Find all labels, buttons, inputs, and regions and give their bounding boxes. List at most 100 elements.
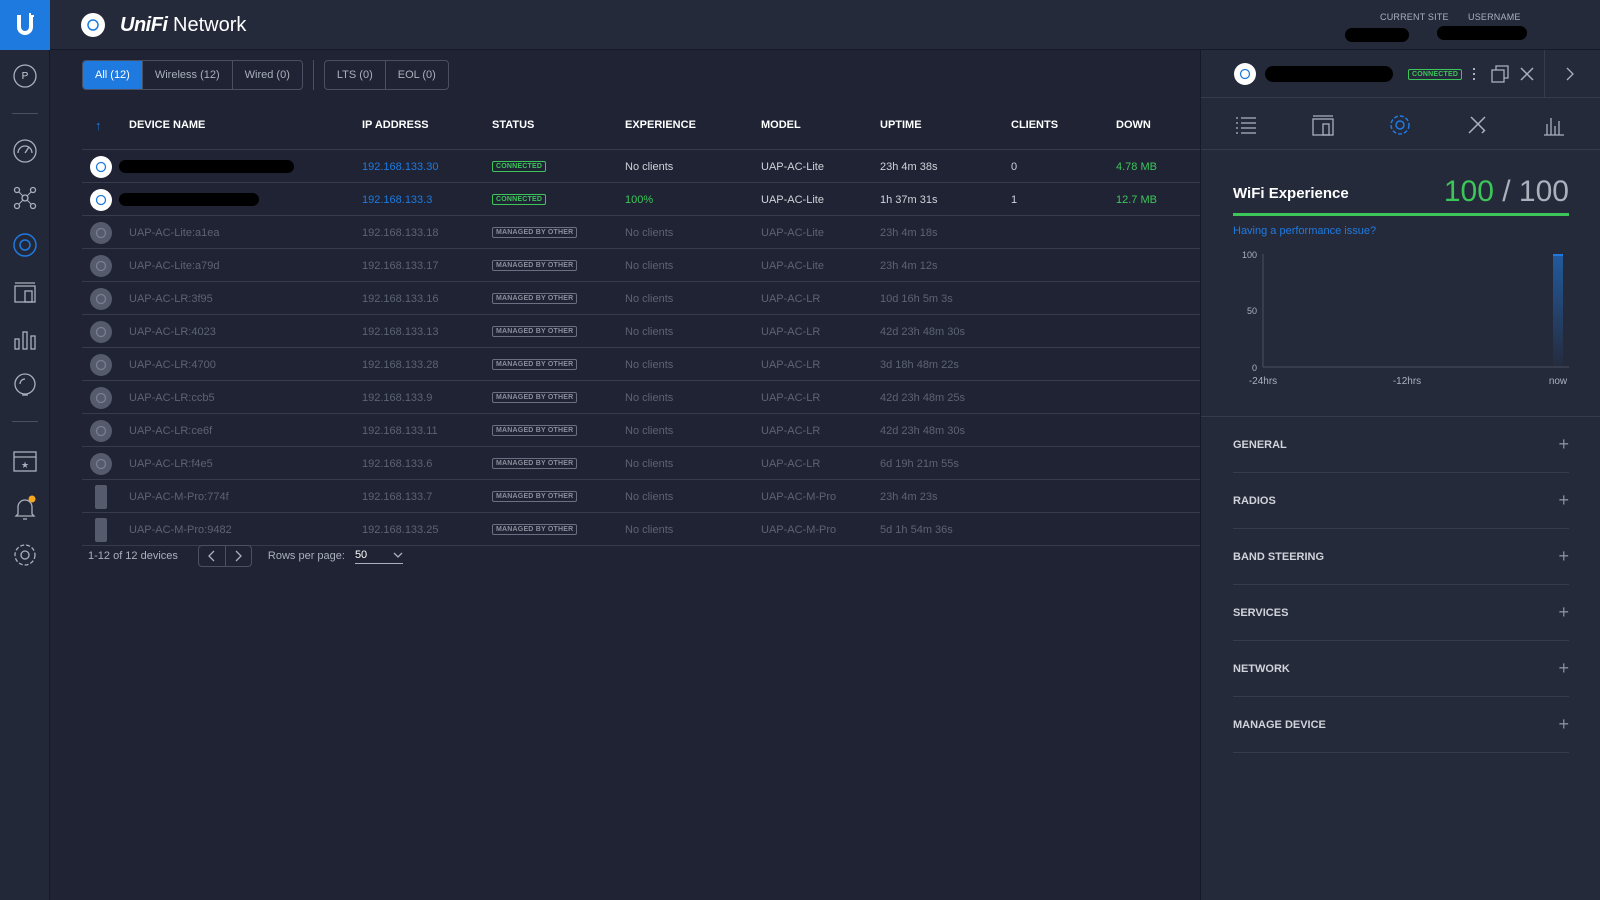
- filter-wired[interactable]: Wired (0): [233, 61, 302, 89]
- col-status[interactable]: STATUS: [492, 100, 534, 150]
- prev-page-button[interactable]: [199, 546, 225, 566]
- y-tick-50: 50: [1247, 306, 1257, 316]
- chevron-down-icon: [393, 552, 403, 558]
- col-uptime[interactable]: UPTIME: [880, 100, 922, 150]
- device-filters: All (12) Wireless (12) Wired (0) LTS (0)…: [82, 60, 449, 90]
- expand-plus-icon: +: [1558, 434, 1569, 454]
- table-row[interactable]: UAP-AC-Lite:a1ea 192.168.133.18 MANAGED …: [82, 216, 1202, 249]
- notifications-icon[interactable]: [0, 490, 50, 526]
- panel-status-badge: CONNECTED: [1408, 69, 1463, 80]
- wifi-score-bar: [1233, 213, 1569, 216]
- table-row[interactable]: UAP-AC-LR:4700 192.168.133.28 MANAGED BY…: [82, 348, 1202, 381]
- section-label: MANAGE DEVICE: [1233, 718, 1326, 731]
- redacted-username: [1437, 26, 1527, 40]
- section-label: RADIOS: [1233, 494, 1276, 507]
- device-name: UAP-AC-M-Pro:9482: [129, 523, 232, 536]
- col-experience[interactable]: EXPERIENCE: [625, 100, 696, 150]
- status-badge: MANAGED BY OTHER: [492, 524, 578, 535]
- settings-icon[interactable]: [1385, 110, 1415, 140]
- ubiquiti-logo[interactable]: [0, 0, 50, 50]
- ap-round-icon: [90, 221, 112, 244]
- status-badge: CONNECTED: [492, 194, 547, 205]
- topology-icon[interactable]: [0, 180, 50, 216]
- table-row[interactable]: UAP-AC-M-Pro:9482 192.168.133.25 MANAGED…: [82, 513, 1202, 546]
- device-detail-panel: CONNECTED WiFi Experience 100 / 100 Havi…: [1200, 50, 1600, 900]
- sort-arrow-icon[interactable]: ↑: [95, 100, 102, 150]
- device-model: UAP-AC-Lite: [761, 160, 824, 173]
- status-badge: MANAGED BY OTHER: [492, 293, 578, 304]
- devices-icon[interactable]: [0, 227, 50, 263]
- table-row[interactable]: UAP-AC-LR:f4e5 192.168.133.6 MANAGED BY …: [82, 447, 1202, 480]
- close-icon[interactable]: [1519, 66, 1535, 82]
- filter-wireless[interactable]: Wireless (12): [143, 61, 233, 89]
- brand[interactable]: UniFi Network: [80, 12, 246, 38]
- status-badge: MANAGED BY OTHER: [492, 326, 578, 337]
- device-ip: 192.168.133.9: [362, 391, 433, 404]
- device-experience: No clients: [625, 226, 674, 239]
- redacted-device-name: [119, 193, 259, 206]
- page-buttons: [197, 545, 252, 567]
- col-down[interactable]: DOWN: [1116, 100, 1151, 150]
- dashboard-icon[interactable]: [0, 133, 50, 169]
- sidebar: P ★: [0, 0, 50, 900]
- x-tick-12hrs: -12hrs: [1393, 376, 1421, 387]
- expand-plus-icon: +: [1558, 490, 1569, 510]
- table-row[interactable]: UAP-AC-M-Pro:774f 192.168.133.7 MANAGED …: [82, 480, 1202, 513]
- tools-icon[interactable]: [1462, 110, 1492, 140]
- username[interactable]: USERNAME: [1468, 12, 1521, 22]
- pagination-summary: 1-12 of 12 devices: [88, 550, 178, 562]
- col-ip-address[interactable]: IP ADDRESS: [362, 100, 429, 150]
- top-bar: UniFi Network CURRENT SITE USERNAME: [50, 0, 1600, 50]
- popout-icon[interactable]: [1491, 65, 1509, 83]
- next-page-button[interactable]: [224, 546, 251, 566]
- table-row[interactable]: 192.168.133.30 CONNECTED No clients UAP-…: [82, 150, 1202, 183]
- section-band-steering[interactable]: BAND STEERING +: [1233, 529, 1569, 585]
- statistics-icon[interactable]: [0, 321, 50, 357]
- device-model: UAP-AC-Lite: [761, 226, 824, 239]
- section-general[interactable]: GENERAL +: [1233, 417, 1569, 473]
- settings-icon[interactable]: [0, 537, 50, 573]
- stats-icon[interactable]: [1539, 110, 1569, 140]
- table-header: ↑ DEVICE NAME IP ADDRESS STATUS EXPERIEN…: [82, 100, 1202, 150]
- device-ip[interactable]: 192.168.133.30: [362, 150, 438, 183]
- device-experience: 100%: [625, 193, 654, 206]
- events-icon[interactable]: ★: [0, 443, 50, 479]
- col-clients[interactable]: CLIENTS: [1011, 100, 1058, 150]
- more-options-icon[interactable]: [1469, 64, 1479, 84]
- section-services[interactable]: SERVICES +: [1233, 585, 1569, 641]
- redacted-device-name: [119, 160, 294, 173]
- device-icon[interactable]: [1308, 110, 1338, 140]
- insights-icon[interactable]: [0, 275, 50, 311]
- redacted-device-name: [1265, 66, 1393, 82]
- section-network[interactable]: NETWORK +: [1233, 641, 1569, 697]
- device-name: UAP-AC-M-Pro:774f: [129, 490, 229, 503]
- filter-all[interactable]: All (12): [83, 61, 143, 89]
- col-device-name[interactable]: DEVICE NAME: [129, 100, 205, 150]
- device-model: UAP-AC-LR: [761, 358, 821, 371]
- device-experience: No clients: [625, 457, 674, 470]
- device-uptime: 6d 19h 21m 55s: [880, 457, 959, 470]
- chevron-right-icon[interactable]: [1565, 66, 1575, 82]
- table-row[interactable]: UAP-AC-LR:3f95 192.168.133.16 MANAGED BY…: [82, 282, 1202, 315]
- profile-icon[interactable]: P: [0, 58, 50, 94]
- table-row[interactable]: UAP-AC-LR:4023 192.168.133.13 MANAGED BY…: [82, 315, 1202, 348]
- table-row[interactable]: UAP-AC-LR:ce6f 192.168.133.11 MANAGED BY…: [82, 414, 1202, 447]
- device-uptime: 23h 4m 23s: [880, 490, 938, 503]
- section-manage-device[interactable]: MANAGE DEVICE +: [1233, 697, 1569, 753]
- current-site[interactable]: CURRENT SITE: [1380, 12, 1449, 22]
- performance-issue-link[interactable]: Having a performance issue?: [1233, 225, 1376, 237]
- ap-round-icon: [90, 155, 112, 178]
- rows-per-page-select[interactable]: 50: [354, 549, 403, 564]
- filter-eol[interactable]: EOL (0): [386, 61, 448, 89]
- table-row[interactable]: UAP-AC-LR:ccb5 192.168.133.9 MANAGED BY …: [82, 381, 1202, 414]
- alerts-icon[interactable]: [0, 367, 50, 403]
- table-row[interactable]: 192.168.133.3 CONNECTED 100% UAP-AC-Lite…: [82, 183, 1202, 216]
- section-radios[interactable]: RADIOS +: [1233, 473, 1569, 529]
- filter-lts[interactable]: LTS (0): [325, 61, 386, 89]
- device-ip: 192.168.133.25: [362, 523, 439, 536]
- section-label: SERVICES: [1233, 606, 1289, 619]
- table-row[interactable]: UAP-AC-Lite:a79d 192.168.133.17 MANAGED …: [82, 249, 1202, 282]
- col-model[interactable]: MODEL: [761, 100, 801, 150]
- device-ip[interactable]: 192.168.133.3: [362, 183, 432, 216]
- list-icon[interactable]: [1231, 110, 1261, 140]
